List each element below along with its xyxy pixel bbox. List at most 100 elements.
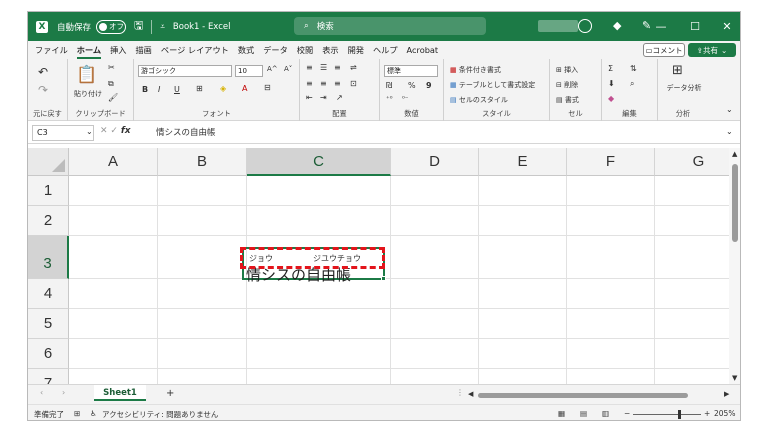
accessibility-icon[interactable]: ♿ (90, 409, 97, 418)
conditional-format-button[interactable]: ▦ 条件付き書式 (450, 65, 501, 75)
macro-record-icon[interactable]: ⊞ (74, 409, 80, 418)
select-all-button[interactable] (28, 148, 69, 176)
page-break-view-icon[interactable]: ▥ (602, 409, 609, 418)
scroll-left-icon[interactable]: ◀ (468, 390, 473, 398)
scroll-down-icon[interactable]: ▼ (732, 374, 737, 382)
tab-10[interactable]: ヘルプ (373, 44, 398, 56)
bold-button[interactable]: B (142, 85, 148, 94)
paste-label[interactable]: 貼り付け (74, 89, 102, 99)
font-color-icon[interactable]: A (242, 84, 247, 93)
account-name[interactable] (538, 20, 578, 32)
align-right-icon[interactable]: ≡ (334, 79, 341, 88)
row-header-2[interactable]: 2 (28, 206, 69, 236)
tab-6[interactable]: データ (263, 44, 288, 56)
zoom-in-icon[interactable]: + (704, 409, 710, 418)
cancel-icon[interactable]: ✕ (100, 126, 108, 136)
save-icon[interactable]: 🖫 (134, 17, 143, 36)
scroll-right-icon[interactable]: ▶ (724, 390, 729, 398)
zoom-slider-knob[interactable] (678, 410, 681, 419)
border-icon[interactable]: ⊞ (196, 84, 203, 93)
fill-handle[interactable] (381, 276, 386, 281)
next-sheet-icon[interactable]: › (62, 388, 65, 397)
tab-11[interactable]: Acrobat (407, 45, 439, 55)
phonetic-guide-icon[interactable]: ⊟ (264, 83, 271, 92)
align-left-icon[interactable]: ≡ (306, 79, 313, 88)
search-box[interactable]: ⌕ 検索 (294, 17, 486, 35)
find-icon[interactable]: ⌕ (630, 79, 634, 89)
comma-button[interactable]: 9 (426, 81, 432, 90)
tab-1[interactable]: ホーム (76, 44, 102, 59)
row-header-7[interactable]: 7 (28, 369, 69, 384)
format-as-table-button[interactable]: ▦ テーブルとして書式設定 (450, 80, 535, 90)
column-header-a[interactable]: A (69, 148, 158, 176)
name-box[interactable]: C3 (32, 125, 94, 141)
prev-sheet-icon[interactable]: ‹ (40, 388, 43, 397)
horizontal-scroll-thumb[interactable] (478, 393, 688, 398)
decrease-decimal-icon[interactable]: ⁰⁻ (402, 95, 409, 103)
cell-styles-button[interactable]: ▤ セルのスタイル (450, 95, 508, 105)
sheet-tab-sheet1[interactable]: Sheet1 (94, 385, 146, 401)
quick-access-menu-icon[interactable]: ⩡ (160, 22, 165, 32)
cut-icon[interactable]: ✂ (108, 63, 115, 72)
column-header-e[interactable]: E (479, 148, 567, 176)
row-header-5[interactable]: 5 (28, 309, 69, 339)
row-header-3[interactable]: 3 (28, 236, 69, 279)
normal-view-icon[interactable]: ▦ (558, 409, 565, 418)
column-header-c[interactable]: C (247, 148, 391, 176)
data-analysis-label[interactable]: データ分析 (666, 83, 702, 93)
zoom-slider[interactable] (633, 414, 701, 415)
paste-icon[interactable]: 📋 (76, 65, 97, 85)
row-header-4[interactable]: 4 (28, 279, 69, 309)
align-top-icon[interactable]: ≡ (306, 63, 313, 72)
worksheet-grid[interactable]: ABCDEFG 1234567 ジョウ ジユウチョウ 情シスの自由帳 ▲ ▼ (28, 148, 740, 384)
enter-icon[interactable]: ✓ (110, 126, 118, 136)
format-painter-icon[interactable]: 🖌 (108, 93, 118, 102)
share-button[interactable]: ⇪ 共有 ⌄ (688, 43, 736, 57)
orientation-icon[interactable]: ↗ (336, 93, 343, 102)
close-button[interactable]: ✕ (710, 12, 740, 41)
tab-0[interactable]: ファイル (35, 44, 68, 56)
insert-function-button[interactable]: fx (121, 126, 131, 136)
italic-button[interactable]: I (158, 85, 160, 94)
wrap-text-icon[interactable]: ⇌ (350, 63, 357, 72)
restore-button[interactable]: ☐ (678, 12, 712, 41)
zoom-out-icon[interactable]: − (624, 409, 630, 418)
column-header-f[interactable]: F (567, 148, 655, 176)
avatar[interactable] (578, 19, 592, 33)
accessibility-status[interactable]: アクセシビリティ: 問題ありません (102, 409, 218, 420)
font-shrink-icon[interactable]: A˅ (284, 65, 292, 73)
column-header-b[interactable]: B (158, 148, 247, 176)
indent-increase-icon[interactable]: ⇥ (320, 93, 327, 102)
scroll-up-icon[interactable]: ▲ (732, 150, 737, 158)
tab-8[interactable]: 表示 (322, 44, 338, 56)
tab-3[interactable]: 描画 (135, 44, 151, 56)
tab-9[interactable]: 開発 (348, 44, 364, 56)
increase-decimal-icon[interactable]: ⁺⁰ (386, 95, 393, 103)
format-cells-button[interactable]: ▤ 書式 (556, 95, 579, 105)
tab-split-icon[interactable]: ⋮ (456, 388, 464, 397)
redo-icon[interactable]: ↷ (38, 83, 48, 97)
undo-icon[interactable]: ↶ (38, 65, 48, 79)
autosave-toggle[interactable]: オフ (96, 19, 127, 34)
data-analysis-icon[interactable]: ⊞ (672, 63, 683, 78)
vertical-scroll-thumb[interactable] (732, 164, 738, 242)
delete-cells-button[interactable]: ⊟ 削除 (556, 80, 578, 90)
zoom-level[interactable]: 205% (714, 409, 735, 418)
tab-4[interactable]: ページ レイアウト (161, 44, 229, 56)
currency-icon[interactable]: ₪ (386, 81, 392, 90)
font-size-select[interactable]: 10 (235, 65, 263, 77)
align-bottom-icon[interactable]: ≡ (334, 63, 341, 72)
clear-icon[interactable]: ◆ (608, 94, 614, 103)
chevron-down-icon[interactable]: ⌄ (86, 127, 93, 136)
percent-button[interactable]: % (408, 81, 416, 90)
indent-decrease-icon[interactable]: ⇤ (306, 93, 313, 102)
merge-icon[interactable]: ⊡ (350, 79, 357, 88)
column-header-d[interactable]: D (391, 148, 479, 176)
align-center-icon[interactable]: ≡ (320, 79, 327, 88)
font-name-select[interactable]: 游ゴシック (138, 65, 232, 77)
tab-7[interactable]: 校閲 (297, 44, 313, 56)
copy-icon[interactable]: ⧉ (108, 79, 114, 89)
diamond-icon[interactable]: ◆ (613, 19, 621, 32)
comment-button[interactable]: ▭ コメント (643, 43, 685, 57)
fill-color-icon[interactable]: ◈ (220, 84, 226, 93)
